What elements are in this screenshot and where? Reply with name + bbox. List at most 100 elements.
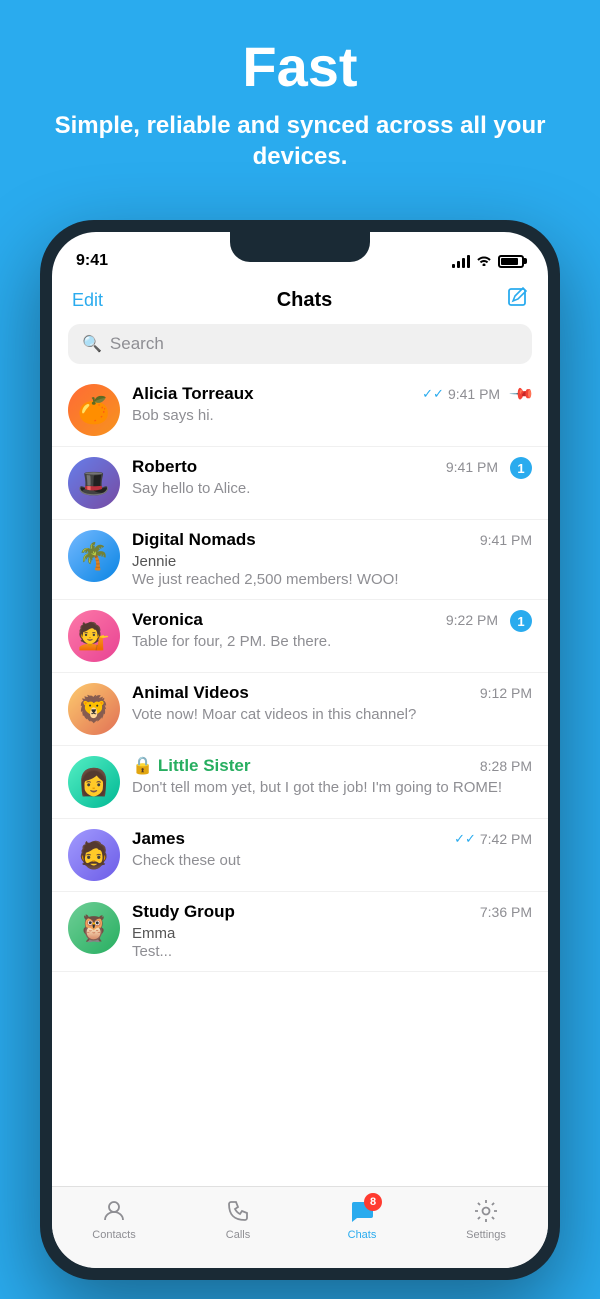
search-input: Search bbox=[110, 334, 164, 354]
list-item[interactable]: 👩 🔒 Little Sister 8:28 PM Don't tell mom… bbox=[52, 746, 548, 819]
wifi-icon bbox=[476, 253, 492, 269]
chat-top-row: Alicia Torreaux ✓✓9:41 PM bbox=[132, 384, 500, 404]
tab-label: Chats bbox=[348, 1229, 377, 1241]
chat-time: ✓✓7:42 PM bbox=[454, 831, 532, 847]
tab-label: Contacts bbox=[92, 1229, 135, 1241]
avatar: 🦁 bbox=[68, 683, 120, 735]
chat-content: Veronica 9:22 PM Table for four, 2 PM. B… bbox=[132, 610, 498, 651]
avatar: 🍊 bbox=[68, 384, 120, 436]
chat-preview-wrap: Vote now! Moar cat videos in this channe… bbox=[132, 706, 532, 723]
list-item[interactable]: 🌴 Digital Nomads 9:41 PM JennieWe just r… bbox=[52, 520, 548, 600]
tab-label: Settings bbox=[466, 1229, 506, 1241]
chat-name: Veronica bbox=[132, 610, 203, 630]
phone-icon bbox=[224, 1197, 252, 1225]
chat-preview: We just reached 2,500 members! WOO! bbox=[132, 571, 399, 588]
signal-icon bbox=[452, 254, 470, 268]
status-time: 9:41 bbox=[76, 252, 108, 270]
chat-top-row: James ✓✓7:42 PM bbox=[132, 829, 532, 849]
hero-title: Fast bbox=[40, 36, 560, 98]
chat-content: James ✓✓7:42 PM Check these out bbox=[132, 829, 532, 870]
tab-chats[interactable]: 8 Chats bbox=[300, 1197, 424, 1241]
phone-screen: 9:41 Edit Chats bbox=[52, 232, 548, 1268]
chat-preview-wrap: Bob says hi. bbox=[132, 407, 500, 425]
chat-sender: Emma bbox=[132, 925, 175, 942]
list-item[interactable]: 🍊 Alicia Torreaux ✓✓9:41 PM Bob says hi.… bbox=[52, 374, 548, 447]
chat-content: Study Group 7:36 PM EmmaTest... bbox=[132, 902, 532, 961]
chat-name: James bbox=[132, 829, 185, 849]
list-item[interactable]: 💁 Veronica 9:22 PM Table for four, 2 PM.… bbox=[52, 600, 548, 673]
chat-preview-wrap: Don't tell mom yet, but I got the job! I… bbox=[132, 779, 532, 796]
unread-badge: 1 bbox=[510, 610, 532, 632]
chat-top-row: Roberto 9:41 PM bbox=[132, 457, 498, 477]
unread-badge: 1 bbox=[510, 457, 532, 479]
avatar: 💁 bbox=[68, 610, 120, 662]
double-check-icon: ✓✓ bbox=[422, 386, 444, 402]
chat-sender: Jennie bbox=[132, 553, 176, 570]
person-icon bbox=[100, 1197, 128, 1225]
chat-content: Alicia Torreaux ✓✓9:41 PM Bob says hi. bbox=[132, 384, 500, 425]
hero-section: Fast Simple, reliable and synced across … bbox=[0, 0, 600, 196]
chat-preview-wrap: JennieWe just reached 2,500 members! WOO… bbox=[132, 553, 532, 589]
chat-time: 9:12 PM bbox=[480, 685, 532, 701]
tab-settings[interactable]: Settings bbox=[424, 1197, 548, 1241]
chat-top-row: Digital Nomads 9:41 PM bbox=[132, 530, 532, 550]
chat-preview: Say hello to Alice. bbox=[132, 480, 250, 497]
avatar: 🧔 bbox=[68, 829, 120, 881]
search-bar[interactable]: 🔍 Search bbox=[68, 324, 532, 364]
double-check-icon: ✓✓ bbox=[454, 831, 476, 847]
chat-right: 1 bbox=[510, 457, 532, 479]
status-icons bbox=[452, 253, 524, 269]
chat-preview: Bob says hi. bbox=[132, 407, 214, 424]
avatar: 👩 bbox=[68, 756, 120, 808]
chat-content: Roberto 9:41 PM Say hello to Alice. bbox=[132, 457, 498, 498]
chat-preview-wrap: EmmaTest... bbox=[132, 925, 532, 961]
list-item[interactable]: 🦉 Study Group 7:36 PM EmmaTest... bbox=[52, 892, 548, 972]
chat-top-row: Study Group 7:36 PM bbox=[132, 902, 532, 922]
chat-name: Digital Nomads bbox=[132, 530, 256, 550]
gear-icon bbox=[472, 1197, 500, 1225]
chat-preview: Vote now! Moar cat videos in this channe… bbox=[132, 706, 532, 723]
chat-time: 8:28 PM bbox=[480, 758, 532, 774]
chat-time: 7:36 PM bbox=[480, 904, 532, 920]
chat-list: 🍊 Alicia Torreaux ✓✓9:41 PM Bob says hi.… bbox=[52, 374, 548, 1186]
chat-time: 9:22 PM bbox=[446, 612, 498, 628]
chat-preview: Test... bbox=[132, 943, 172, 960]
chat-right: 1 bbox=[510, 610, 532, 632]
tab-badge: 8 bbox=[364, 1193, 382, 1211]
list-item[interactable]: 🦁 Animal Videos 9:12 PM Vote now! Moar c… bbox=[52, 673, 548, 746]
chat-name: Alicia Torreaux bbox=[132, 384, 254, 404]
bubble-icon: 8 bbox=[348, 1197, 376, 1225]
chat-content: 🔒 Little Sister 8:28 PM Don't tell mom y… bbox=[132, 756, 532, 796]
tab-contacts[interactable]: Contacts bbox=[52, 1197, 176, 1241]
chat-right: 📌 bbox=[512, 384, 532, 404]
phone-frame: 9:41 Edit Chats bbox=[40, 220, 560, 1280]
list-item[interactable]: 🎩 Roberto 9:41 PM Say hello to Alice. 1 bbox=[52, 447, 548, 520]
chat-content: Digital Nomads 9:41 PM JennieWe just rea… bbox=[132, 530, 532, 589]
edit-button[interactable]: Edit bbox=[72, 290, 103, 311]
chat-time: 9:41 PM bbox=[446, 459, 498, 475]
avatar: 🌴 bbox=[68, 530, 120, 582]
compose-button[interactable] bbox=[506, 286, 528, 314]
list-item[interactable]: 🧔 James ✓✓7:42 PM Check these out bbox=[52, 819, 548, 892]
search-icon: 🔍 bbox=[82, 334, 102, 354]
chat-preview-wrap: Table for four, 2 PM. Be there. bbox=[132, 633, 498, 651]
chat-content: Animal Videos 9:12 PM Vote now! Moar cat… bbox=[132, 683, 532, 723]
hero-subtitle: Simple, reliable and synced across all y… bbox=[40, 110, 560, 172]
chat-name: Study Group bbox=[132, 902, 235, 922]
avatar: 🎩 bbox=[68, 457, 120, 509]
chat-preview: Check these out bbox=[132, 852, 240, 869]
chat-top-row: Veronica 9:22 PM bbox=[132, 610, 498, 630]
chat-name: Animal Videos bbox=[132, 683, 249, 703]
pin-icon: 📌 bbox=[508, 380, 536, 408]
chat-top-row: Animal Videos 9:12 PM bbox=[132, 683, 532, 703]
battery-icon bbox=[498, 255, 524, 268]
tab-bar: Contacts Calls 8 Chats Settings bbox=[52, 1186, 548, 1268]
tab-label: Calls bbox=[226, 1229, 250, 1241]
app-header: Edit Chats bbox=[52, 282, 548, 324]
chat-time: 9:41 PM bbox=[480, 532, 532, 548]
notch bbox=[230, 232, 370, 262]
tab-calls[interactable]: Calls bbox=[176, 1197, 300, 1241]
avatar: 🦉 bbox=[68, 902, 120, 954]
chat-time: ✓✓9:41 PM bbox=[422, 386, 500, 402]
chat-preview: Don't tell mom yet, but I got the job! I… bbox=[132, 779, 532, 796]
